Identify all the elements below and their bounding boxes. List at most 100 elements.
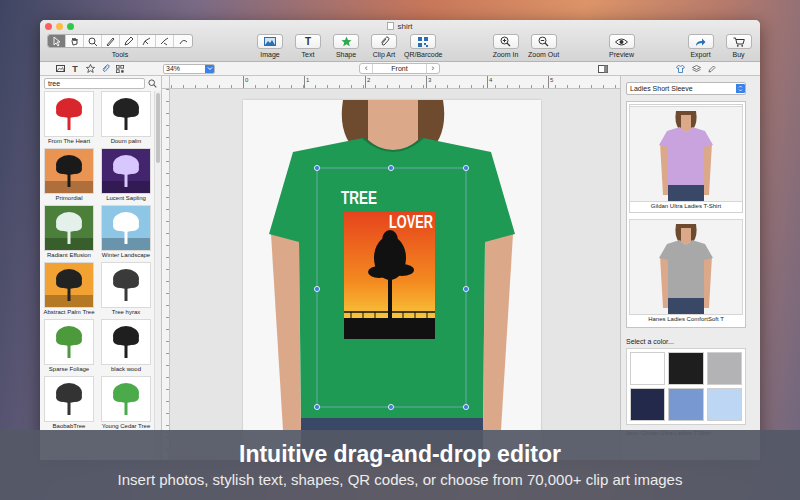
tool-button[interactable] (156, 35, 174, 47)
toolbar-button-face[interactable] (257, 34, 283, 49)
color-swatch[interactable] (668, 352, 703, 385)
toolbar-button-face[interactable]: T (295, 34, 321, 49)
panel-toggle-icon[interactable] (598, 65, 608, 73)
product-item[interactable]: Gildan Ultra Ladies T-Shirt (629, 104, 743, 213)
resize-handle[interactable] (463, 286, 468, 291)
resize-handle[interactable] (463, 165, 468, 170)
inspector-tab[interactable] (707, 64, 717, 74)
search-row: tree (40, 76, 161, 91)
toolbar-button[interactable]: QR/Barcode (404, 34, 443, 59)
toolbar-button-face[interactable] (333, 34, 359, 49)
color-swatch[interactable] (707, 352, 742, 385)
clip-art-thumbnail[interactable] (44, 319, 94, 365)
tool-button[interactable] (48, 35, 66, 47)
clip-art-thumbnail[interactable] (101, 205, 151, 251)
clip-art-design[interactable] (344, 212, 435, 339)
toolbar-button-face[interactable] (726, 34, 752, 49)
scrollbar-thumb[interactable] (156, 93, 160, 163)
toolbar-button[interactable]: T Text (290, 34, 326, 59)
toolbar-button-face[interactable] (410, 34, 436, 49)
color-swatch[interactable] (630, 352, 665, 385)
clip-art-item[interactable]: Tree hyrax (98, 262, 154, 319)
toolbar-button[interactable]: Buy (721, 34, 757, 59)
color-swatch[interactable] (630, 388, 665, 421)
magnifier-icon[interactable] (148, 79, 157, 88)
tool-button[interactable] (138, 35, 156, 47)
close-button[interactable] (45, 23, 52, 30)
resize-handle[interactable] (314, 404, 319, 409)
window-controls (40, 23, 387, 30)
category-dropdown[interactable]: Ladies Short Sleeve (626, 82, 746, 95)
clip-art-thumbnail[interactable] (44, 262, 94, 308)
toolbar-button-label: Clip Art (373, 50, 396, 59)
resize-handle[interactable] (314, 286, 319, 291)
toolbar-button-face[interactable] (371, 34, 397, 49)
clip-art-label: Radiant Effusion (47, 251, 91, 260)
resize-handle[interactable] (463, 404, 468, 409)
text-icon: T (305, 36, 311, 47)
clip-art-item[interactable]: BaobabTree (41, 376, 97, 433)
toolbar-button[interactable]: Shape (328, 34, 364, 59)
design-text[interactable]: LOVER (389, 212, 433, 232)
clip-art-thumbnail[interactable] (101, 148, 151, 194)
toolbar-button[interactable]: Image (252, 34, 288, 59)
toolbar-button-face[interactable] (531, 34, 557, 49)
design-text[interactable]: TREE (341, 188, 377, 208)
clip-art-item[interactable]: Young Cedar Tree (98, 376, 154, 433)
color-swatch[interactable] (668, 388, 703, 421)
resize-handle[interactable] (388, 404, 393, 409)
library-tab[interactable] (55, 63, 65, 74)
toolbar-button[interactable]: Zoom In (488, 34, 524, 59)
clip-art-thumbnail[interactable] (101, 319, 151, 365)
tool-button[interactable] (120, 35, 138, 47)
clip-art-thumbnail[interactable] (101, 91, 151, 137)
resize-handle[interactable] (388, 165, 393, 170)
clip-art-item[interactable]: Doum palm (98, 91, 154, 148)
inspector-tab[interactable] (675, 64, 685, 74)
next-side-button[interactable]: › (427, 64, 439, 73)
clip-art-item[interactable]: Radiant Effusion (41, 205, 97, 262)
library-tab[interactable]: T (70, 63, 80, 74)
tool-button[interactable] (174, 35, 192, 47)
clip-art-item[interactable]: Winter Landscape (98, 205, 154, 262)
clip-art-thumbnail[interactable] (101, 262, 151, 308)
clip-art-item[interactable]: black wood (98, 319, 154, 376)
clip-art-item[interactable]: Sparse Foliage (41, 319, 97, 376)
clip-art-thumbnail[interactable] (101, 376, 151, 422)
tree-picture-icon (45, 263, 93, 307)
zoom-dropdown[interactable]: 34% (163, 64, 215, 74)
clip-art-item[interactable]: Lucent Sapling (98, 148, 154, 205)
clip-art-thumbnail[interactable] (44, 205, 94, 251)
clip-art-thumbnail[interactable] (44, 91, 94, 137)
clip-art-label: Tree hyrax (112, 308, 140, 317)
tool-button[interactable] (102, 35, 120, 47)
color-swatch[interactable] (707, 388, 742, 421)
library-tab[interactable] (100, 63, 110, 74)
toolbar-button[interactable]: Zoom Out (526, 34, 562, 59)
resize-handle[interactable] (314, 165, 319, 170)
toolbar-button-label: Shape (336, 50, 356, 59)
inspector-tab[interactable] (691, 64, 701, 74)
previous-side-button[interactable]: ‹ (360, 64, 372, 73)
tool-button[interactable] (84, 35, 102, 47)
toolbar-button-face[interactable] (688, 34, 714, 49)
toolbar-button[interactable]: Export (683, 34, 719, 59)
library-tab[interactable] (85, 63, 95, 74)
clip-art-thumbnail[interactable] (44, 376, 94, 422)
tool-button[interactable] (66, 35, 84, 47)
minimize-button[interactable] (56, 23, 63, 30)
product-item[interactable]: Hanes Ladies ComfortSoft T (629, 217, 743, 326)
zoom-button[interactable] (67, 23, 74, 30)
toolbar-button-face[interactable] (609, 34, 635, 49)
toolbar-button-face[interactable] (493, 34, 519, 49)
search-field[interactable]: tree (44, 78, 145, 89)
toolbar-button[interactable]: Preview (604, 34, 640, 59)
clip-art-item[interactable]: Primordial (41, 148, 97, 205)
toolbar-button[interactable]: Clip Art (366, 34, 402, 59)
library-tab[interactable] (115, 63, 125, 74)
clip-art-thumbnail[interactable] (44, 148, 94, 194)
clip-art-item[interactable]: Abstract Palm Tree (41, 262, 97, 319)
tools-segmented-control (47, 34, 193, 48)
clip-art-item[interactable]: From The Heart (41, 91, 97, 148)
scrollbar[interactable] (154, 91, 161, 460)
